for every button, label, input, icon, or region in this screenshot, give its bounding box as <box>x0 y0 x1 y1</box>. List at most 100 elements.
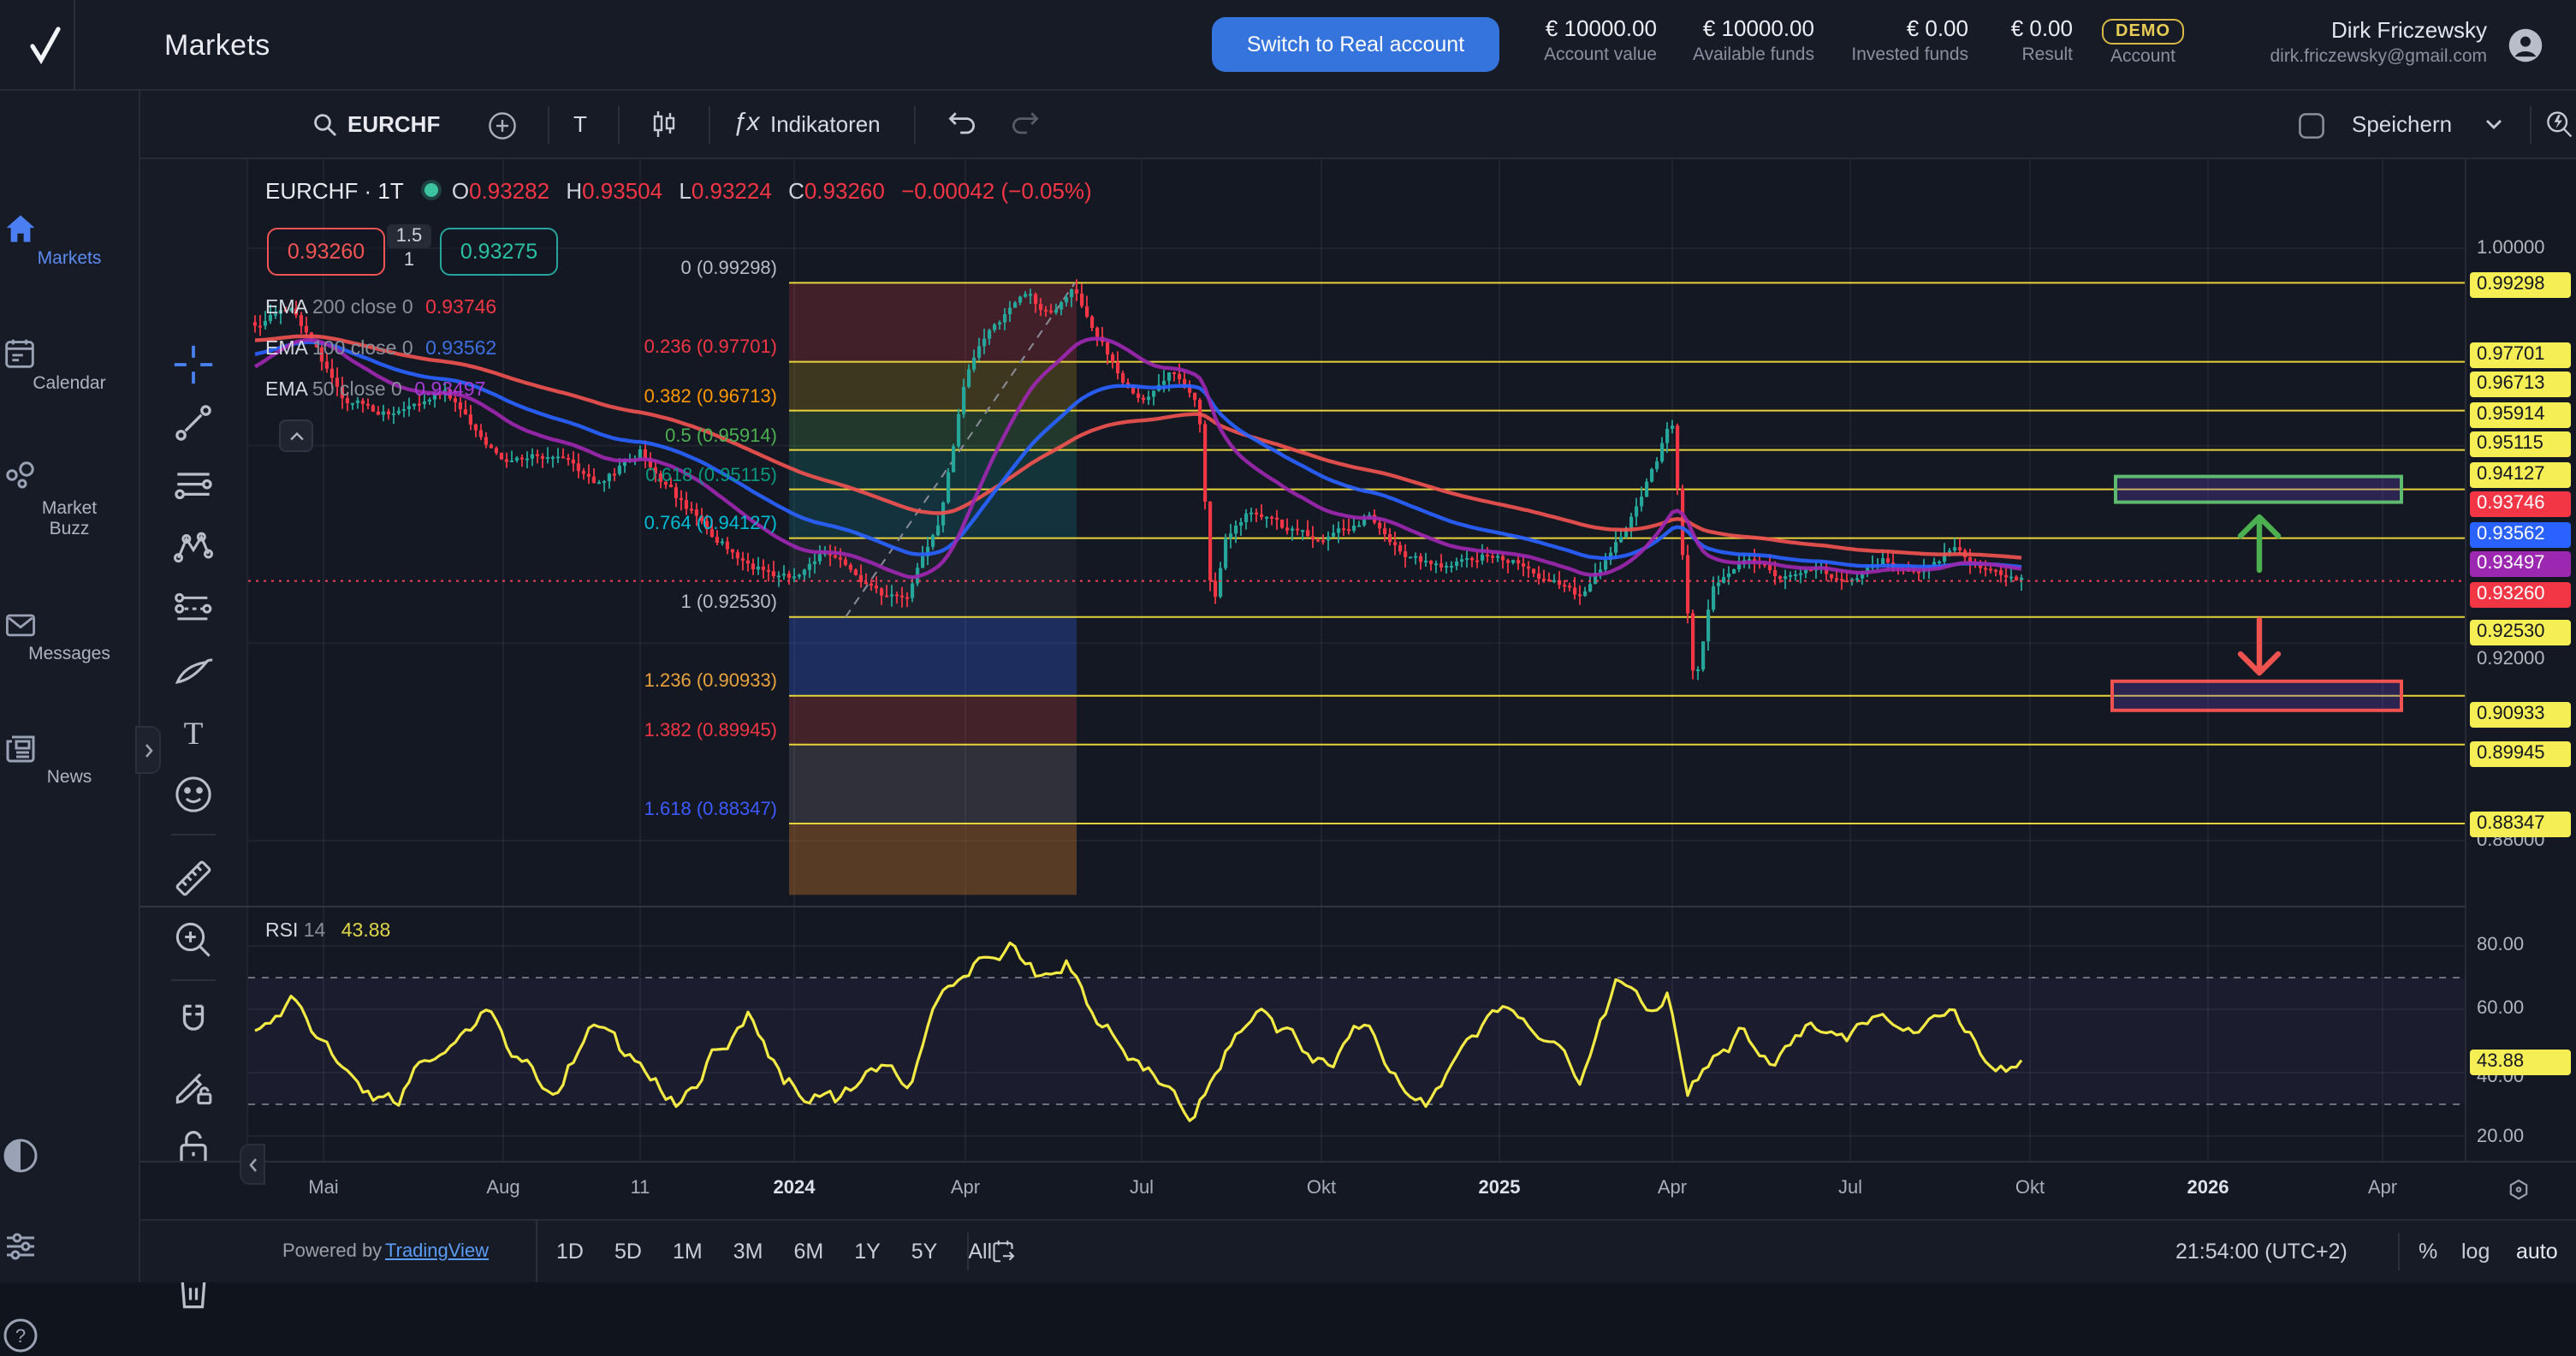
time-axis-tick: Apr <box>2345 1178 2420 1198</box>
ema-value: 0.93562 <box>425 339 496 360</box>
range-5d[interactable]: 5D <box>606 1234 650 1269</box>
fib-lines-tool[interactable] <box>169 462 217 510</box>
tradingview-link[interactable]: TradingView <box>385 1241 489 1262</box>
ohlc-change: −0.00042 (−0.05%) <box>901 178 1092 204</box>
main-chart-plot[interactable] <box>248 159 2465 907</box>
up-arrow[interactable] <box>2241 517 2278 570</box>
sidebar-item-messages[interactable]: Messages <box>0 606 139 664</box>
save-button[interactable]: Speichern <box>2352 111 2452 137</box>
price-scale-label: 0.99298 <box>2470 271 2571 297</box>
watchlist-expand-tab[interactable] <box>135 726 161 774</box>
range-3m[interactable]: 3M <box>725 1234 772 1269</box>
avatar[interactable] <box>2508 27 2543 63</box>
rsi-period: 14 <box>304 921 326 942</box>
range-1m[interactable]: 1M <box>664 1234 711 1269</box>
top-bar: Markets Switch to Real account € 10000.0… <box>0 0 2576 91</box>
zoom-in-tool[interactable] <box>169 916 217 964</box>
symbol-search-button[interactable] <box>312 111 339 139</box>
rsi-title: RSI <box>265 921 298 942</box>
ohlc-c-value: 0.93260 <box>804 178 885 204</box>
price-scale-label: 0.92530 <box>2470 619 2571 645</box>
chart-style-button[interactable] <box>650 110 678 140</box>
auto-scale-button[interactable]: auto <box>2508 1234 2567 1269</box>
magnet-tool[interactable] <box>169 998 217 1046</box>
pane-separator[interactable] <box>140 906 2576 907</box>
brush-tool[interactable] <box>169 647 217 695</box>
help-button[interactable]: ? <box>0 1315 139 1356</box>
range-6m[interactable]: 6M <box>785 1234 832 1269</box>
emoji-tool[interactable] <box>169 770 217 818</box>
down-arrow[interactable] <box>2241 620 2278 673</box>
prediction-tool[interactable] <box>169 584 217 632</box>
scale-settings-hexagon-icon[interactable] <box>2504 1176 2533 1205</box>
ema-100-line[interactable] <box>255 342 2021 567</box>
price-scale-label: 0.93746 <box>2470 491 2571 516</box>
trend-line-tool[interactable] <box>169 399 217 447</box>
text-tool[interactable]: T <box>169 709 217 757</box>
log-scale-button[interactable]: log <box>2453 1234 2498 1269</box>
quick-search-button[interactable] <box>2543 110 2574 140</box>
sidebar-item-news[interactable]: News <box>0 726 139 788</box>
settings-sliders[interactable] <box>0 1226 139 1267</box>
ema-params: 200 close 0 <box>312 298 413 318</box>
ema-200-line[interactable] <box>255 336 2021 558</box>
goto-date-button[interactable] <box>988 1236 1018 1267</box>
time-axis-tick: Apr <box>928 1178 1003 1198</box>
xabcd-pattern-tool[interactable] <box>169 524 217 572</box>
chart-legend[interactable]: EURCHF · 1T O0.93282 H0.93504 L0.93224 C… <box>265 178 1092 204</box>
ema-50-line[interactable] <box>255 339 2021 578</box>
chevron-down-icon[interactable] <box>2485 118 2502 130</box>
sidebar-label: News <box>0 767 139 788</box>
user-info[interactable]: Dirk Friczewsky dirk.friczewsky@gmail.co… <box>2270 17 2487 68</box>
market-open-dot <box>425 183 439 197</box>
spread-indicator: 1.5 1 <box>387 224 431 274</box>
percent-scale-button[interactable]: % <box>2410 1234 2446 1269</box>
toolbar-collapse-tab[interactable] <box>240 1144 265 1185</box>
bottom-bar: Powered by TradingView 1D 5D 1M 3M 6M 1Y… <box>140 1219 2576 1282</box>
rsi-legend[interactable]: RSI 14 43.88 <box>265 921 390 942</box>
ema-100-row[interactable]: EMA 100 close 0 0.93562 <box>265 339 496 361</box>
theme-toggle[interactable] <box>0 1135 139 1176</box>
support-zone[interactable] <box>2112 681 2401 711</box>
range-buttons: 1D 5D 1M 3M 6M 1Y 5Y All <box>548 1234 1000 1269</box>
clock[interactable]: 21:54:00 (UTC+2) <box>2175 1240 2347 1264</box>
resistance-zone[interactable] <box>2116 477 2401 503</box>
symbol-name[interactable]: EURCHF <box>347 111 440 137</box>
time-axis-tick: Aug <box>466 1178 541 1198</box>
crosshair-tool[interactable] <box>169 341 217 389</box>
ema-50-row[interactable]: EMA 50 close 0 0.93497 <box>265 380 485 402</box>
redo-button[interactable] <box>1008 110 1042 139</box>
sidebar-label: Buzz <box>0 519 139 539</box>
buy-button[interactable]: 0.93275 <box>440 228 558 276</box>
sell-button[interactable]: 0.93260 <box>267 228 385 276</box>
range-1y[interactable]: 1Y <box>846 1234 889 1269</box>
flash-search-icon <box>2543 110 2574 140</box>
range-1d[interactable]: 1D <box>548 1234 592 1269</box>
time-axis[interactable]: MaiAug112024AprJulOkt2025AprJulOkt2026Ap… <box>140 1161 2576 1219</box>
ema-200-row[interactable]: EMA 200 close 0 0.93746 <box>265 298 496 320</box>
compare-add-button[interactable] <box>488 111 517 140</box>
chevron-up-icon <box>288 431 304 441</box>
price-scale-label: 0.97701 <box>2470 342 2571 367</box>
sidebar-item-calendar[interactable]: Calendar <box>0 334 139 394</box>
legend-symbol[interactable]: EURCHF · 1T <box>265 178 403 204</box>
sidebar-item-market-buzz[interactable]: Market Buzz <box>0 457 139 539</box>
switch-to-real-button[interactable]: Switch to Real account <box>1212 17 1499 72</box>
indicators-button[interactable]: Indikatoren <box>770 111 881 137</box>
price-scale[interactable]: 1.000000.920000.880000.992980.977010.967… <box>2465 159 2576 1161</box>
sidebar-item-markets[interactable]: Markets <box>0 211 139 269</box>
rsi-pane[interactable] <box>248 907 2465 1161</box>
spread-bottom: 1 <box>387 248 431 274</box>
range-5y[interactable]: 5Y <box>903 1234 947 1269</box>
measure-tool[interactable] <box>169 854 217 902</box>
price-scale-label: 0.93497 <box>2470 550 2571 576</box>
stat-label: Invested funds <box>1851 43 1968 67</box>
chevron-left-icon <box>247 1157 258 1172</box>
layout-select-button[interactable] <box>2297 111 2326 140</box>
stat-result: € 0.00 Result <box>2011 14 2073 67</box>
interval-button[interactable]: T <box>573 111 587 137</box>
undo-button[interactable] <box>945 110 979 139</box>
account-type[interactable]: DEMO Account <box>2102 14 2184 68</box>
drawing-lock-tool[interactable] <box>169 1063 217 1111</box>
legend-collapse-button[interactable] <box>279 419 313 452</box>
